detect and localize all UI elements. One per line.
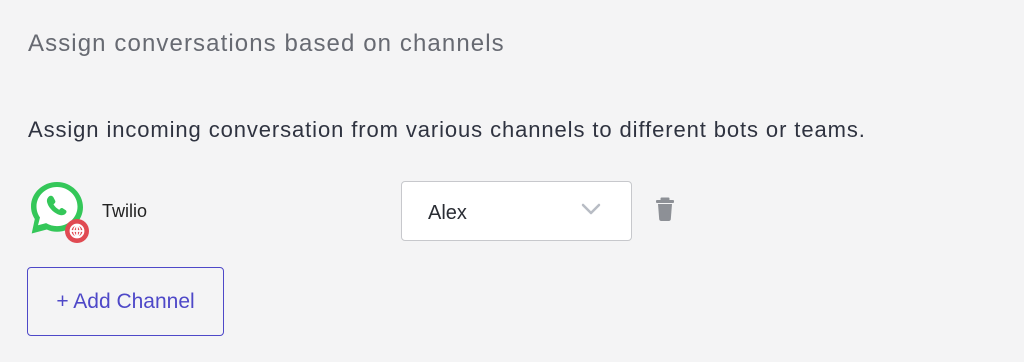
assignee-select-value: Alex: [428, 202, 467, 224]
assignee-select[interactable]: Alex: [401, 181, 632, 241]
delete-channel-button[interactable]: [654, 196, 676, 222]
chevron-down-icon: [581, 203, 601, 215]
section-description: Assign incoming conversation from variou…: [28, 117, 866, 142]
add-channel-button[interactable]: + Add Channel: [27, 267, 224, 336]
whatsapp-icon: [31, 182, 89, 243]
channel-name: Twilio: [102, 201, 148, 221]
section-title: Assign conversations based on channels: [28, 30, 505, 57]
channel-icon-group: [26, 180, 92, 246]
globe-badge-icon: [65, 219, 89, 243]
trash-icon: [656, 197, 674, 221]
assign-channels-panel: Assign conversations based on channels A…: [0, 0, 1024, 362]
